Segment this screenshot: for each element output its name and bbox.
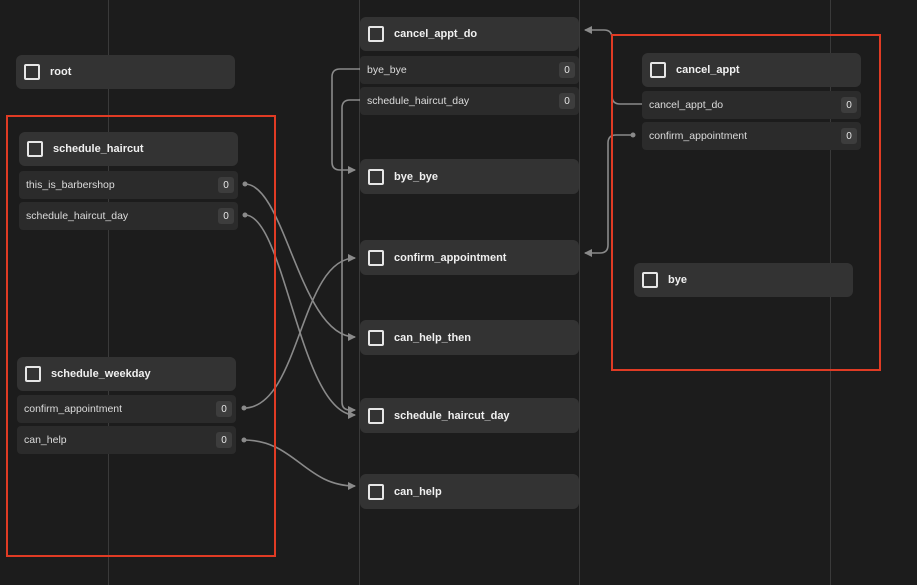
flow-canvas[interactable]: root schedule_haircut this_is_barbershop… [0, 0, 917, 585]
node-title: schedule_haircut_day [394, 409, 510, 422]
row-label: bye_bye [367, 64, 407, 76]
checkbox-icon[interactable] [368, 249, 384, 266]
row-bye-bye[interactable]: bye_bye 0 [360, 56, 579, 84]
node-schedule-haircut-day[interactable]: schedule_haircut_day [360, 398, 579, 433]
node-title: confirm_appointment [394, 251, 507, 264]
checkbox-icon[interactable] [24, 64, 40, 80]
node-root[interactable]: root [16, 55, 235, 89]
row-count: 0 [559, 62, 575, 78]
node-bye-bye[interactable]: bye_bye [360, 159, 579, 194]
checkbox-icon[interactable] [368, 26, 384, 42]
row-label: schedule_haircut_day [367, 95, 470, 107]
node-title: bye_bye [394, 170, 439, 183]
checkbox-icon[interactable] [368, 407, 384, 424]
connector-bye-bye-row-to-bye-bye [331, 68, 362, 174]
row-schedule-haircut-day[interactable]: schedule_haircut_day 0 [360, 87, 579, 115]
node-confirm-appointment[interactable]: confirm_appointment [360, 240, 579, 275]
checkbox-icon[interactable] [368, 483, 384, 500]
highlight-box-left [6, 115, 276, 557]
node-title: can_help_then [394, 331, 472, 344]
node-can-help[interactable]: can_help [360, 474, 579, 509]
row-count: 0 [559, 93, 575, 109]
node-cancel-appt-do[interactable]: cancel_appt_do [360, 17, 579, 51]
node-title: cancel_appt_do [394, 28, 478, 40]
node-title: root [50, 66, 72, 78]
checkbox-icon[interactable] [368, 329, 384, 346]
checkbox-icon[interactable] [368, 168, 384, 185]
node-can-help-then[interactable]: can_help_then [360, 320, 579, 355]
column-divider [579, 0, 580, 585]
node-title: can_help [394, 485, 442, 498]
highlight-box-right [611, 34, 881, 371]
